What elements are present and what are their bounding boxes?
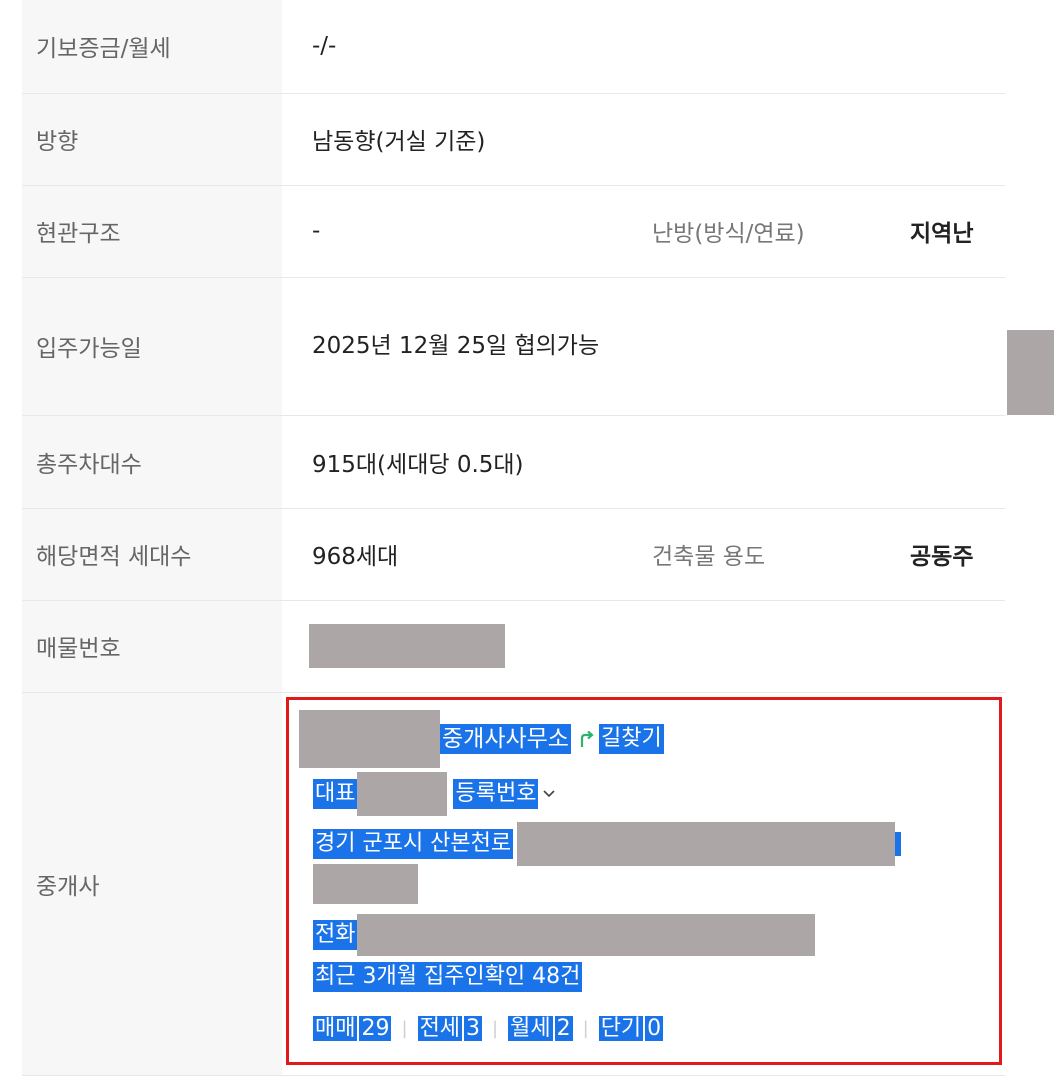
row-households: 해당면적 세대수 968세대 건축물 용도 공동주: [22, 508, 1006, 601]
broker-recent-confirm-line: 최근 3개월 집주인확인 48건: [313, 962, 583, 992]
office-name-redaction: [299, 710, 440, 768]
row-entrance: 현관구조 - 난방(방식/연료) 지역난: [22, 185, 1006, 278]
value-households: 968세대: [282, 508, 642, 601]
listing-number-redaction: [309, 624, 505, 668]
address-redaction: [517, 822, 896, 866]
broker-counts-line: 매매 29 | 전세 3 | 월세 2 | 단기 0: [313, 1014, 664, 1044]
label-entrance: 현관구조: [22, 185, 282, 278]
count-sale[interactable]: 매매 29: [313, 1014, 392, 1044]
row-direction: 방향 남동향(거실 기준): [22, 93, 1006, 186]
directions-link[interactable]: 길찾기: [598, 724, 664, 754]
label-households: 해당면적 세대수: [22, 508, 282, 601]
representative-label: 대표: [313, 779, 358, 809]
address-prefix: 경기 군포시 산본천로: [313, 829, 514, 859]
count-monthly[interactable]: 월세 2: [508, 1014, 573, 1044]
count-jeonse[interactable]: 전세 3: [417, 1014, 483, 1044]
broker-rep-line: 대표 등록번호: [313, 772, 556, 816]
external-arrow-icon: [580, 730, 594, 747]
label-direction: 방향: [22, 93, 282, 186]
phone-label: 전화: [313, 920, 358, 950]
divider: |: [582, 1018, 589, 1039]
count-short-term[interactable]: 단기 0: [598, 1014, 664, 1044]
broker-office-name[interactable]: 중개사사무소: [440, 724, 571, 754]
chevron-down-icon[interactable]: [542, 789, 556, 799]
divider: |: [401, 1018, 408, 1039]
representative-redaction: [357, 772, 448, 816]
broker-info-box: 중개사사무소 길찾기 대표 등록번호 경기 군포시 산본천로 전화 최근 3개월…: [286, 697, 1002, 1065]
broker-phone-line: 전화: [313, 914, 816, 956]
row-deposit: 기보증금/월세 -/-: [22, 0, 1006, 94]
recent-confirm-text: 최근 3개월 집주인확인 48건: [313, 962, 583, 992]
address-cont-redaction: [313, 864, 418, 904]
row-listing-number: 매물번호: [22, 600, 1006, 693]
label-parking: 총주차대수: [22, 415, 282, 509]
value-entrance: -: [282, 185, 642, 278]
value-deposit: -/-: [282, 0, 1006, 94]
phone-redaction: [357, 914, 816, 956]
registration-number-toggle[interactable]: 등록번호: [453, 779, 539, 809]
broker-address-line-2: [313, 864, 418, 904]
broker-office-line: 중개사사무소 길찾기: [299, 710, 664, 768]
side-redaction: [1007, 330, 1054, 415]
label-listing-number: 매물번호: [22, 600, 282, 693]
label-deposit: 기보증금/월세: [22, 0, 282, 94]
value-building-use: 공동주: [902, 508, 1006, 601]
label-building-use: 건축물 용도: [642, 508, 902, 601]
value-heating: 지역난: [902, 185, 1006, 278]
value-move-in: 2025년 12월 25일 협의가능: [282, 277, 642, 416]
value-direction: 남동향(거실 기준): [282, 93, 1006, 186]
row-parking: 총주차대수 915대(세대당 0.5대): [22, 415, 1006, 509]
label-broker: 중개사: [22, 692, 282, 1076]
label-heating: 난방(방식/연료): [642, 185, 902, 278]
listing-detail-page: 기보증금/월세 -/- 방향 남동향(거실 기준) 현관구조 - 난방(방식/연…: [0, 0, 1054, 1077]
divider: |: [492, 1018, 499, 1039]
value-parking: 915대(세대당 0.5대): [282, 415, 1006, 509]
broker-address-line: 경기 군포시 산본천로: [313, 822, 902, 866]
label-move-in: 입주가능일: [22, 277, 282, 416]
row-move-in: 입주가능일 2025년 12월 25일 협의가능: [22, 277, 1006, 416]
